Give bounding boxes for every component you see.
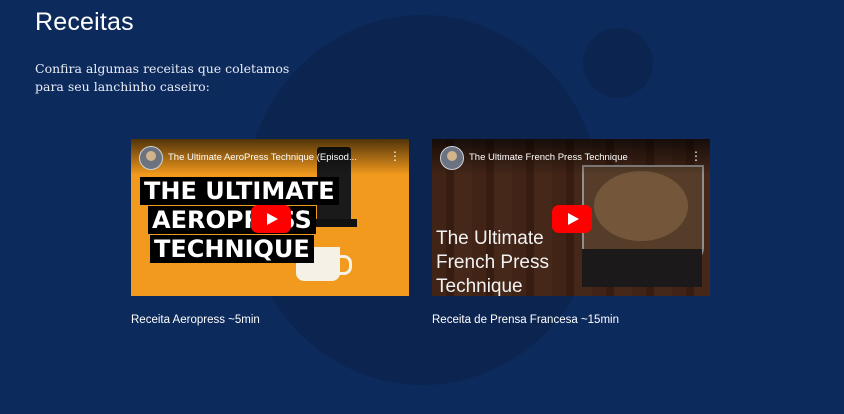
video-topbar: The Ultimate French Press Technique ⋮ bbox=[432, 139, 710, 175]
channel-avatar[interactable] bbox=[139, 146, 163, 170]
overlay-line: The Ultimate bbox=[436, 228, 544, 249]
video-embed-aeropress[interactable]: THE ULTIMATE AEROPRESS TECHNIQUE The Ult… bbox=[131, 139, 409, 296]
video-caption-aeropress: Receita Aeropress ~5min bbox=[131, 314, 260, 326]
video-title-link[interactable]: The Ultimate French Press Technique bbox=[469, 152, 679, 163]
more-options-icon[interactable]: ⋮ bbox=[690, 150, 702, 162]
video-title-link[interactable]: The Ultimate AeroPress Technique (Episod… bbox=[168, 152, 378, 163]
overlay-line: THE ULTIMATE bbox=[140, 177, 339, 205]
overlay-line: Technique bbox=[436, 276, 523, 296]
channel-avatar[interactable] bbox=[440, 146, 464, 170]
play-button-icon[interactable] bbox=[552, 205, 592, 233]
overlay-line: French Press bbox=[436, 252, 549, 273]
section-subtitle: Confira algumas receitas que coletamos p… bbox=[35, 61, 290, 94]
background-circle-small bbox=[583, 28, 653, 98]
more-options-icon[interactable]: ⋮ bbox=[389, 150, 401, 162]
video-caption-french-press: Receita de Prensa Francesa ~15min bbox=[432, 314, 619, 326]
video-topbar: The Ultimate AeroPress Technique (Episod… bbox=[131, 139, 409, 175]
thumbnail-overlay-text: The Ultimate French Press Technique bbox=[436, 227, 549, 296]
section-title: Receitas bbox=[35, 8, 134, 36]
video-embed-french-press[interactable]: The Ultimate French Press Technique The … bbox=[432, 139, 710, 296]
overlay-line: TECHNIQUE bbox=[150, 235, 314, 263]
thumbnail-overlay-text: THE ULTIMATE AEROPRESS TECHNIQUE bbox=[140, 177, 339, 264]
play-button-icon[interactable] bbox=[251, 205, 291, 233]
